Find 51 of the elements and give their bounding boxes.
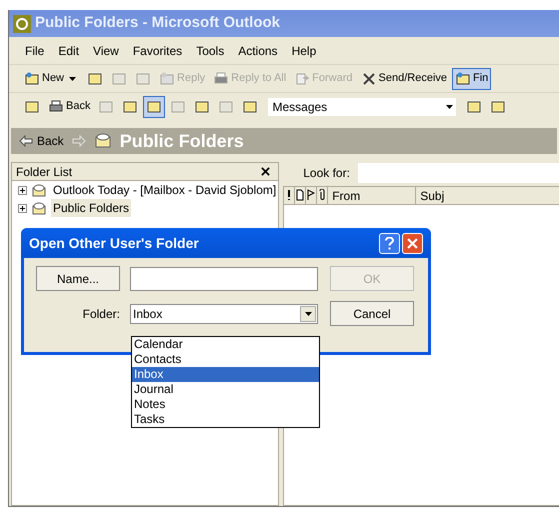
back-button[interactable]: Back bbox=[19, 132, 64, 150]
search-field[interactable] bbox=[358, 163, 559, 183]
help-button[interactable] bbox=[379, 232, 400, 254]
dropdown-option[interactable]: Inbox bbox=[132, 367, 319, 382]
folder-icon bbox=[31, 182, 47, 198]
caret-icon bbox=[446, 104, 454, 108]
menu-item[interactable]: Favorites bbox=[132, 42, 182, 60]
menu-item[interactable]: Edit bbox=[58, 42, 80, 60]
menu-item[interactable]: File bbox=[25, 42, 44, 60]
expand-icon[interactable] bbox=[18, 186, 27, 194]
menu-item[interactable]: Tools bbox=[196, 42, 224, 60]
paperclip-icon[interactable] bbox=[317, 187, 328, 204]
menu-item[interactable]: Help bbox=[292, 42, 316, 60]
pane-title: Public Folders bbox=[120, 130, 244, 152]
tree-item[interactable]: Public Folders bbox=[51, 199, 132, 217]
close-icon bbox=[407, 238, 418, 248]
menu-item[interactable]: Actions bbox=[238, 42, 278, 60]
dropdown-option[interactable]: Calendar bbox=[132, 337, 319, 352]
name-button[interactable]: Name... bbox=[36, 266, 120, 291]
toolbar-button[interactable]: Fin bbox=[452, 68, 492, 90]
folder-select[interactable]: Inbox bbox=[130, 304, 318, 324]
column-header[interactable]: Subj bbox=[416, 187, 559, 204]
question-mark-icon bbox=[385, 236, 394, 250]
flag-icon[interactable] bbox=[306, 187, 318, 204]
dropdown-option[interactable]: Contacts bbox=[132, 352, 319, 367]
window-title: Public Folders - Microsoft Outlook bbox=[35, 13, 280, 34]
toolbar-button[interactable]: Back bbox=[45, 96, 94, 118]
expand-icon[interactable] bbox=[18, 204, 27, 212]
toolbar-button[interactable]: New bbox=[21, 68, 82, 90]
folder-icon bbox=[31, 200, 47, 216]
dropdown-option[interactable]: Notes bbox=[132, 397, 319, 412]
folder-label: Folder: bbox=[82, 306, 120, 322]
app-icon bbox=[13, 14, 31, 32]
column-header[interactable]: From bbox=[328, 187, 416, 204]
name-field[interactable] bbox=[130, 266, 318, 290]
document-icon[interactable] bbox=[295, 187, 306, 204]
dialog-title: Open Other User's Folder bbox=[29, 234, 199, 253]
dropdown-option[interactable]: Journal bbox=[132, 382, 319, 397]
dropdown-option[interactable]: Tasks bbox=[132, 412, 319, 427]
view-select[interactable]: Messages bbox=[267, 96, 458, 116]
close-icon bbox=[261, 167, 270, 176]
caret-icon bbox=[69, 76, 76, 80]
toolbar-button[interactable]: Send/Receive bbox=[358, 68, 450, 90]
caret-icon bbox=[304, 312, 312, 316]
cancel-button[interactable]: Cancel bbox=[330, 301, 414, 326]
search-label: Look for: bbox=[303, 165, 350, 182]
tree-item[interactable]: Outlook Today - [Mailbox - David Sjoblom] bbox=[51, 181, 278, 199]
menu-item[interactable]: View bbox=[93, 42, 119, 60]
folder-list-title: Folder List bbox=[16, 164, 72, 180]
dropdown-button[interactable] bbox=[300, 306, 316, 322]
folder-icon bbox=[94, 132, 112, 150]
